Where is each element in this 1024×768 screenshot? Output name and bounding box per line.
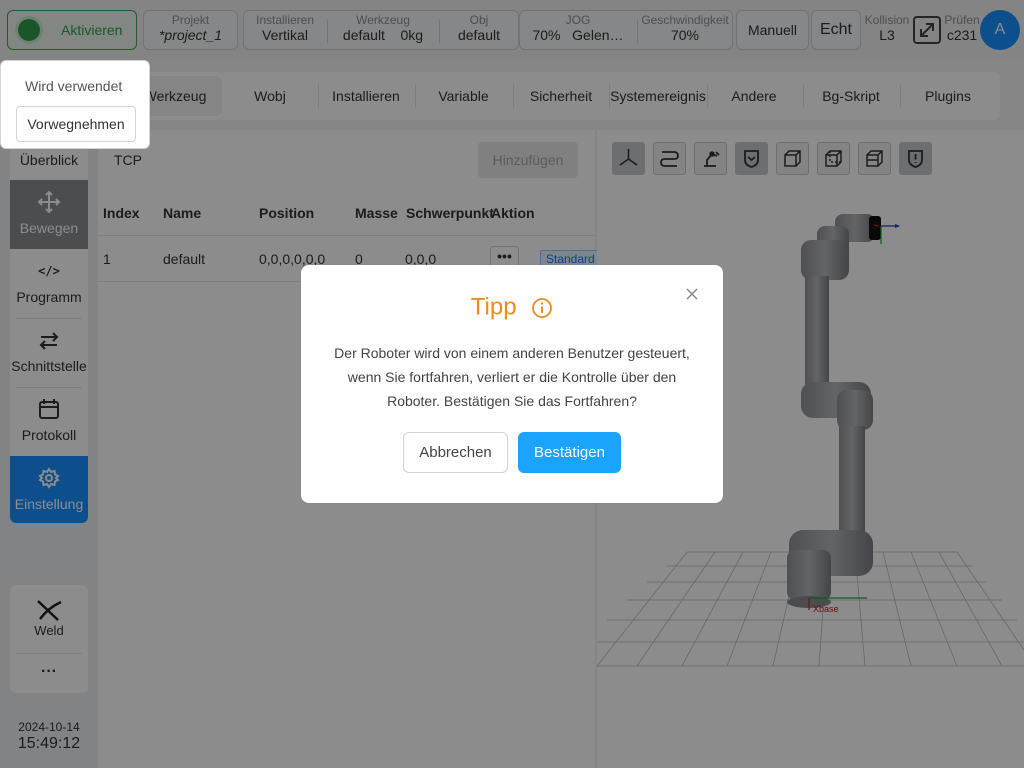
- cancel-button[interactable]: Abbrechen: [403, 432, 508, 473]
- preempt-button[interactable]: Vorwegnehmen: [16, 106, 136, 142]
- tip-dialog: Tipp Der Roboter wird von einem anderen …: [301, 265, 723, 503]
- in-use-label: Wird verwendet: [25, 78, 123, 94]
- dialog-title-row: Tipp: [301, 293, 723, 322]
- control-popover: Wird verwendet Vorwegnehmen: [0, 60, 150, 149]
- info-icon: [532, 297, 553, 318]
- dialog-message-line: Der Roboter wird von einem anderen Benut…: [334, 345, 690, 361]
- dialog-message-line: Roboter. Bestätigen Sie das Fortfahren?: [387, 393, 637, 409]
- dialog-message: Der Roboter wird von einem anderen Benut…: [325, 341, 699, 413]
- confirm-button[interactable]: Bestätigen: [518, 432, 621, 473]
- dialog-title: Tipp: [470, 293, 517, 321]
- dialog-message-line: wenn Sie fortfahren, verliert er die Kon…: [347, 369, 677, 385]
